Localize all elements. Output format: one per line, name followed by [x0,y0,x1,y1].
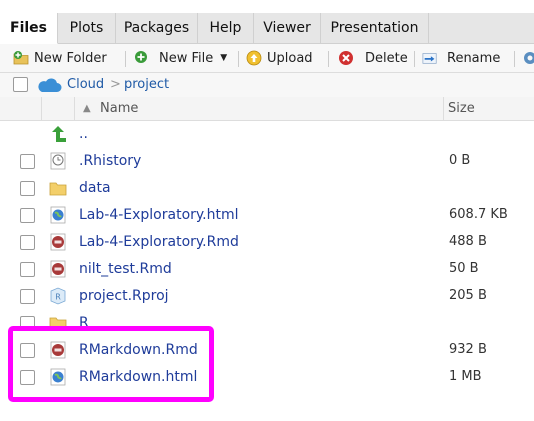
rmd-icon [50,233,66,251]
new-folder-button[interactable]: New Folder [13,44,107,72]
new-file-icon [135,51,147,63]
file-name[interactable]: .Rhistory [79,153,141,169]
file-size: 0 B [449,153,471,168]
tab-plots[interactable]: Plots [58,13,116,43]
more-options-button[interactable] [522,44,534,72]
file-size: 50 B [449,261,479,276]
folder-icon [49,182,67,196]
breadcrumb-project[interactable]: project [124,77,169,92]
file-name[interactable]: data [79,180,111,196]
highlight-annotation-box [8,326,214,402]
gear-icon [524,52,534,64]
html-globe-icon [50,206,66,224]
file-row[interactable]: R [0,310,534,326]
row-checkbox[interactable] [20,262,35,277]
file-row[interactable]: Lab-4-Exploratory.html 608.7 KB [0,202,534,229]
file-name[interactable]: nilt_test.Rmd [79,261,172,277]
column-header-name[interactable]: Name [100,97,138,120]
row-checkbox[interactable] [20,154,35,169]
row-checkbox[interactable] [20,208,35,223]
rename-icon [422,53,437,64]
tab-files[interactable]: Files [0,13,58,44]
files-toolbar: New Folder New File ▼ Upload Delete Rena… [0,44,534,73]
file-name[interactable]: project.Rproj [79,288,169,304]
delete-label: Delete [365,50,408,66]
folder-icon [49,317,67,326]
toolbar-divider [328,51,329,67]
upload-icon [246,50,262,66]
file-size: 205 B [449,288,487,303]
cloud-icon [38,78,62,92]
rmd-icon [50,260,66,278]
row-checkbox[interactable] [20,235,35,250]
column-header-size[interactable]: Size [448,97,475,120]
file-size: 608.7 KB [449,207,508,222]
file-row[interactable]: data [0,175,534,202]
new-file-button[interactable]: New File ▼ [134,44,227,72]
history-icon [50,152,66,170]
pane-tabbar: Files Plots Packages Help Viewer Present… [0,13,534,44]
row-checkbox[interactable] [20,289,35,304]
sort-ascending-icon: ▲ [83,103,91,114]
tab-presentation[interactable]: Presentation [321,13,429,43]
breadcrumb: Cloud > project [0,73,534,98]
column-divider [41,97,42,120]
file-size: 932 B [449,342,487,357]
file-row[interactable]: nilt_test.Rmd 50 B [0,256,534,283]
file-size: 488 B [449,234,487,249]
breadcrumb-separator: > [110,77,121,92]
file-name[interactable]: Lab-4-Exploratory.html [79,207,239,223]
file-name[interactable]: .. [79,126,88,142]
file-name[interactable]: Lab-4-Exploratory.Rmd [79,234,239,250]
file-size: 1 MB [449,369,482,384]
rename-label: Rename [447,50,501,66]
new-file-label: New File [159,50,214,66]
svg-text:R: R [55,293,61,302]
row-checkbox[interactable] [20,316,35,326]
new-folder-icon [13,51,29,65]
delete-button[interactable]: Delete [338,44,408,72]
upload-label: Upload [267,50,313,66]
upload-button[interactable]: Upload [246,44,313,72]
file-row[interactable]: .Rhistory 0 B [0,148,534,175]
column-divider [443,97,444,120]
delete-icon [339,51,353,65]
chevron-down-icon: ▼ [220,53,228,63]
breadcrumb-cloud[interactable]: Cloud [67,77,104,92]
tab-packages[interactable]: Packages [116,13,198,43]
file-name[interactable]: R [79,315,89,326]
toolbar-divider [414,51,415,67]
file-row-parent[interactable]: .. [0,121,534,148]
file-table-header: ▲ Name Size [0,97,534,121]
tab-help[interactable]: Help [198,13,254,43]
up-arrow-icon [52,126,66,142]
row-checkbox[interactable] [20,181,35,196]
tab-viewer[interactable]: Viewer [254,13,321,43]
file-row[interactable]: R project.Rproj 205 B [0,283,534,310]
toolbar-divider [125,51,126,67]
toolbar-divider [514,51,515,67]
file-row[interactable]: Lab-4-Exploratory.Rmd 488 B [0,229,534,256]
rproj-icon: R [50,287,66,305]
rename-button[interactable]: Rename [422,44,500,72]
select-all-checkbox[interactable] [13,77,28,92]
toolbar-divider [238,51,239,67]
new-folder-label: New Folder [34,50,107,66]
column-divider [74,97,75,120]
